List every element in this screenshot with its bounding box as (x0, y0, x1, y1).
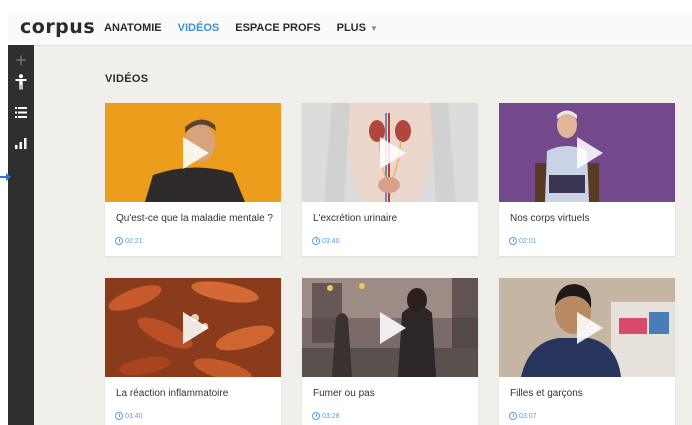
video-card[interactable]: Fumer ou pas 03:28 (302, 278, 478, 425)
left-sidebar: + (8, 45, 34, 425)
play-icon[interactable] (380, 311, 406, 344)
person-icon[interactable] (8, 71, 34, 93)
clock-icon (115, 237, 123, 245)
play-icon[interactable] (380, 136, 406, 169)
video-card[interactable]: Qu'est-ce que la maladie mentale ? 02:21 (105, 103, 281, 256)
video-card[interactable]: Nos corps virtuels 02:01 (499, 103, 675, 256)
video-title[interactable]: Filles et garçons (510, 388, 670, 399)
video-duration-value: 03:40 (322, 237, 340, 245)
app-frame: corpus ANATOMIE VIDÉOS ESPACE PROFS PLUS… (8, 12, 692, 425)
video-title[interactable]: Fumer ou pas (313, 388, 473, 399)
video-card[interactable]: L'excrétion urinaire 03:40 (302, 103, 478, 256)
video-duration-value: 03:40 (125, 412, 143, 420)
video-title[interactable]: Qu'est-ce que la maladie mentale ? (116, 213, 276, 224)
nav-item-plus[interactable]: PLUS ▼ (337, 22, 378, 34)
video-thumbnail[interactable] (302, 278, 478, 377)
video-title[interactable]: La réaction inflammatoire (116, 388, 276, 399)
video-card[interactable]: La réaction inflammatoire 03:40 (105, 278, 281, 425)
video-thumbnail[interactable] (499, 278, 675, 377)
video-duration: 03:40 (312, 237, 340, 245)
video-title[interactable]: L'excrétion urinaire (313, 213, 473, 224)
bar-chart-icon[interactable] (8, 132, 34, 154)
nav-item-plus-label: PLUS (336, 22, 366, 34)
video-card[interactable]: Filles et garçons 03:07 (499, 278, 675, 425)
video-duration: 02:21 (115, 237, 143, 245)
video-duration-value: 02:01 (519, 237, 537, 245)
video-duration: 03:28 (312, 412, 340, 420)
play-icon[interactable] (183, 311, 209, 344)
corpus-logo[interactable]: corpus (20, 16, 95, 38)
video-duration-value: 03:28 (322, 412, 340, 420)
nav-item-espace-profs[interactable]: ESPACE PROFS (235, 22, 320, 34)
edge-pointer-arrow (0, 173, 11, 181)
video-duration: 03:40 (115, 412, 143, 420)
clock-icon (115, 412, 123, 420)
video-duration-value: 02:21 (125, 237, 143, 245)
main-nav: ANATOMIE VIDÉOS ESPACE PROFS PLUS ▼ (104, 22, 394, 34)
video-duration: 03:07 (509, 412, 537, 420)
clock-icon (509, 237, 517, 245)
play-icon[interactable] (577, 311, 603, 344)
play-icon[interactable] (577, 136, 603, 169)
nav-item-videos[interactable]: VIDÉOS (178, 22, 220, 34)
nav-item-anatomie[interactable]: ANATOMIE (104, 22, 162, 34)
top-nav-bar: corpus ANATOMIE VIDÉOS ESPACE PROFS PLUS… (8, 12, 692, 46)
play-icon[interactable] (183, 136, 209, 169)
chevron-down-icon: ▼ (369, 24, 378, 33)
video-duration-value: 03:07 (519, 412, 537, 420)
video-thumbnail[interactable] (302, 103, 478, 202)
clock-icon (312, 412, 320, 420)
clock-icon (509, 412, 517, 420)
video-thumbnail[interactable] (105, 103, 281, 202)
plus-icon[interactable]: + (8, 49, 34, 71)
video-title[interactable]: Nos corps virtuels (510, 213, 670, 224)
section-title: VIDÉOS (105, 73, 149, 85)
list-icon[interactable] (8, 101, 34, 123)
video-duration: 02:01 (509, 237, 537, 245)
video-thumbnail[interactable] (499, 103, 675, 202)
clock-icon (312, 237, 320, 245)
video-thumbnail[interactable] (105, 278, 281, 377)
